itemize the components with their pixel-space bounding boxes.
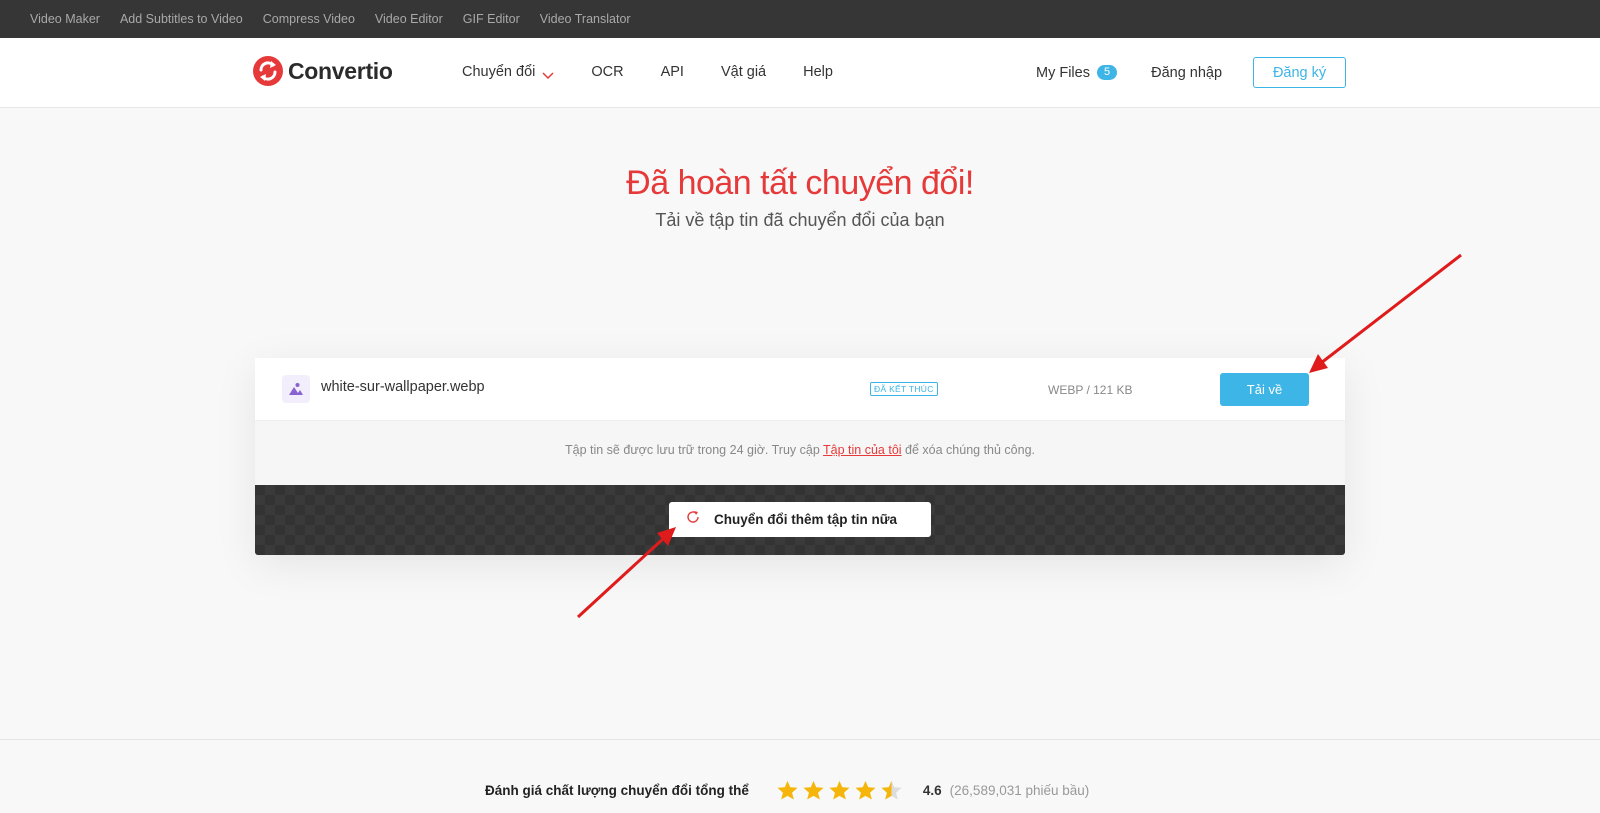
convert-more-label: Chuyển đổi thêm tập tin nữa bbox=[714, 512, 898, 527]
convert-more-button[interactable]: Chuyển đổi thêm tập tin nữa bbox=[669, 502, 931, 537]
topbar-link-video-translator[interactable]: Video Translator bbox=[540, 12, 631, 26]
file-info: WEBP / 121 KB bbox=[1048, 383, 1133, 397]
file-row: white-sur-wallpaper.webp ĐÃ KẾT THÚC WEB… bbox=[255, 358, 1345, 421]
top-links-bar: Video Maker Add Subtitles to Video Compr… bbox=[0, 0, 1600, 38]
action-bar: Chuyển đổi thêm tập tin nữa bbox=[255, 485, 1345, 555]
nav-api[interactable]: API bbox=[661, 64, 684, 80]
storage-note-text-end: để xóa chúng thủ công. bbox=[901, 443, 1035, 457]
nav-convert-label: Chuyển đổi bbox=[462, 64, 536, 80]
page-subtitle: Tải về tập tin đã chuyển đổi của bạn bbox=[655, 210, 945, 230]
rating-votes: (26,589,031 phiếu bầu) bbox=[949, 782, 1090, 798]
conversion-result-card: white-sur-wallpaper.webp ĐÃ KẾT THÚC WEB… bbox=[255, 358, 1345, 555]
login-link[interactable]: Đăng nhập bbox=[1151, 65, 1222, 81]
divider bbox=[0, 739, 1600, 740]
rating-stars[interactable] bbox=[776, 780, 906, 800]
nav-convert[interactable]: Chuyển đổi bbox=[462, 64, 554, 80]
account-nav: My Files 5 Đăng nhập Đăng ký bbox=[1036, 57, 1347, 88]
topbar-link-video-maker[interactable]: Video Maker bbox=[30, 12, 100, 26]
my-files-link[interactable]: My Files 5 bbox=[1036, 64, 1118, 81]
half-star-icon[interactable] bbox=[880, 780, 903, 800]
nav-ocr[interactable]: OCR bbox=[591, 64, 623, 80]
status-badge: ĐÃ KẾT THÚC bbox=[870, 382, 938, 396]
topbar-link-gif-editor[interactable]: GIF Editor bbox=[463, 12, 520, 26]
my-files-note-link[interactable]: Tập tin của tôi bbox=[823, 443, 902, 457]
topbar-link-video-editor[interactable]: Video Editor bbox=[375, 12, 443, 26]
file-name: white-sur-wallpaper.webp bbox=[321, 379, 485, 395]
signup-button[interactable]: Đăng ký bbox=[1253, 57, 1347, 88]
topbar-link-add-subtitles[interactable]: Add Subtitles to Video bbox=[120, 12, 243, 26]
main-nav: Chuyển đổi OCR API Vật giá Help bbox=[462, 64, 870, 80]
star-icon[interactable] bbox=[828, 780, 851, 800]
logo[interactable]: Convertio bbox=[253, 56, 393, 86]
logo-text: Convertio bbox=[288, 57, 393, 84]
site-header: Convertio Chuyển đổi OCR API Vật giá Hel… bbox=[0, 38, 1600, 108]
star-icon[interactable] bbox=[776, 780, 799, 800]
storage-note: Tập tin sẽ được lưu trữ trong 24 giờ. Tr… bbox=[255, 421, 1345, 485]
rating-bar: Đánh giá chất lượng chuyển đổi tổng thể … bbox=[485, 780, 1089, 800]
star-icon[interactable] bbox=[802, 780, 825, 800]
image-file-icon bbox=[282, 375, 310, 403]
arrow-annotation bbox=[1309, 253, 1462, 373]
page-title: Đã hoàn tất chuyển đổi! bbox=[626, 164, 974, 202]
topbar-link-compress-video[interactable]: Compress Video bbox=[263, 12, 355, 26]
nav-help[interactable]: Help bbox=[803, 64, 833, 80]
nav-pricing[interactable]: Vật giá bbox=[721, 64, 766, 80]
download-button[interactable]: Tải về bbox=[1220, 373, 1309, 406]
star-icon[interactable] bbox=[854, 780, 877, 800]
my-files-count-badge: 5 bbox=[1096, 65, 1118, 80]
rating-label: Đánh giá chất lượng chuyển đổi tổng thể bbox=[485, 782, 749, 798]
logo-icon bbox=[253, 56, 283, 86]
chevron-down-icon bbox=[542, 68, 554, 80]
my-files-label: My Files bbox=[1036, 64, 1090, 81]
storage-note-text: Tập tin sẽ được lưu trữ trong 24 giờ. Tr… bbox=[565, 443, 824, 457]
refresh-icon bbox=[685, 509, 701, 530]
rating-score: 4.6 bbox=[922, 782, 942, 798]
